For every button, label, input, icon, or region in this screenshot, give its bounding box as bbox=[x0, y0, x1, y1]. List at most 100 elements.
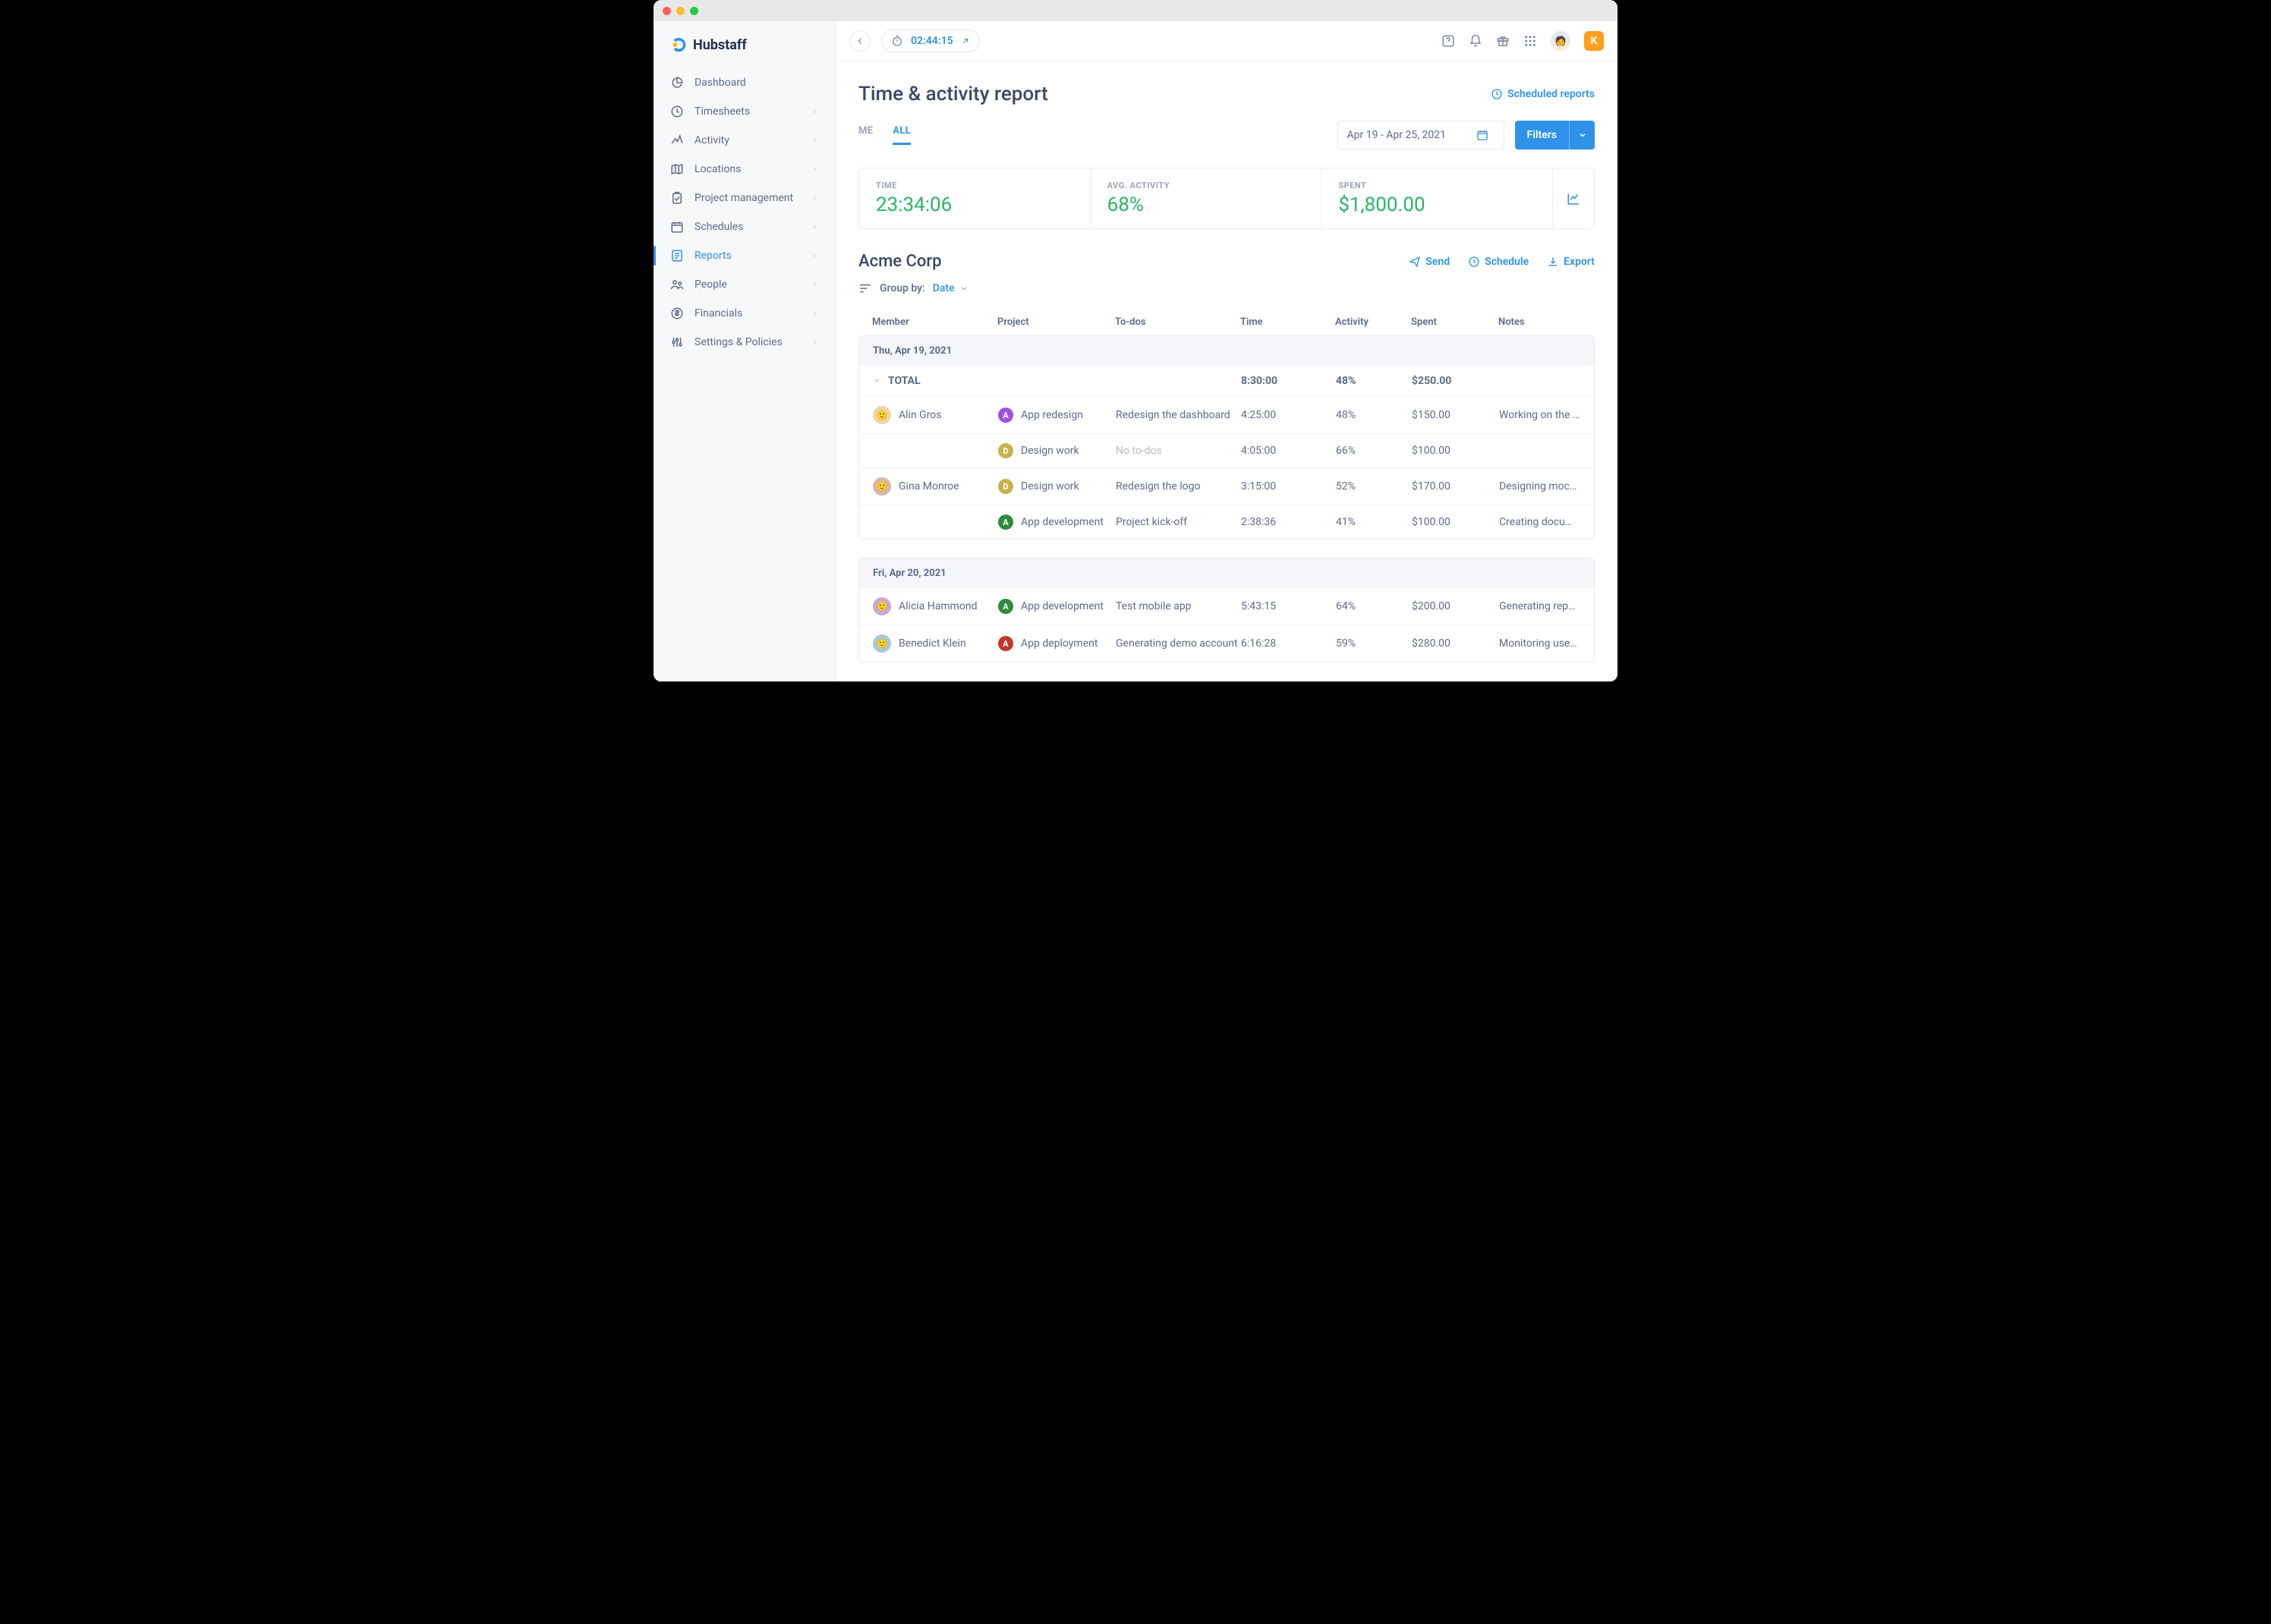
project-name: Design work bbox=[1021, 480, 1079, 493]
day-block: Thu, Apr 19, 2021TOTAL8:30:0048%$250.00🙂… bbox=[858, 335, 1595, 540]
apps-grid-icon[interactable] bbox=[1523, 34, 1537, 48]
sidebar-item-activity[interactable]: Activity bbox=[654, 126, 835, 155]
chevron-right-icon bbox=[811, 223, 818, 231]
window-maximize-dot[interactable] bbox=[690, 7, 698, 15]
cell-notes: Designing mockups bbox=[1499, 480, 1580, 493]
filters-button[interactable]: Filters bbox=[1515, 121, 1595, 149]
sidebar-item-dashboard[interactable]: Dashboard bbox=[654, 68, 835, 97]
project-name: Design work bbox=[1021, 445, 1079, 457]
cell-spent: $170.00 bbox=[1412, 480, 1499, 493]
map-icon bbox=[670, 162, 684, 176]
cell-activity: 66% bbox=[1336, 445, 1412, 457]
total-label: TOTAL bbox=[873, 375, 998, 387]
help-icon[interactable] bbox=[1441, 34, 1455, 48]
gift-icon[interactable] bbox=[1496, 34, 1510, 48]
day-header: Thu, Apr 19, 2021 bbox=[859, 336, 1594, 366]
back-button[interactable] bbox=[849, 30, 871, 52]
cell-todo: No to-dos bbox=[1116, 445, 1241, 457]
cell-member: 🙂Gina Monroe bbox=[873, 477, 998, 496]
people-icon bbox=[670, 278, 684, 291]
table-row: AApp developmentProject kick-off2:38:364… bbox=[859, 505, 1594, 539]
sidebar-item-financials[interactable]: Financials bbox=[654, 299, 835, 328]
cell-spent: $280.00 bbox=[1412, 637, 1499, 650]
schedule-label: Schedule bbox=[1485, 256, 1529, 268]
calendar-icon bbox=[670, 220, 684, 234]
col-notes: Notes bbox=[1498, 316, 1581, 328]
sidebar-nav: DashboardTimesheetsActivityLocationsProj… bbox=[654, 68, 835, 357]
send-action[interactable]: Send bbox=[1409, 256, 1450, 268]
cell-time: 5:43:15 bbox=[1241, 600, 1336, 612]
sidebar-item-label: Schedules bbox=[695, 221, 811, 233]
bell-icon[interactable] bbox=[1469, 34, 1482, 48]
brand[interactable]: Hubstaff bbox=[654, 32, 835, 68]
cell-member: 🙂Alicia Hammond bbox=[873, 597, 998, 615]
day-header: Fri, Apr 20, 2021 bbox=[859, 559, 1594, 588]
group-by-row: Group by: Date bbox=[858, 282, 1595, 295]
summary-activity-label: AVG. ACTIVITY bbox=[1107, 181, 1305, 190]
summary-chart-toggle[interactable] bbox=[1553, 168, 1594, 228]
project-badge: A bbox=[998, 515, 1013, 530]
col-member: Member bbox=[872, 316, 997, 328]
sidebar: Hubstaff DashboardTimesheetsActivityLoca… bbox=[654, 21, 836, 681]
sidebar-item-project-management[interactable]: Project management bbox=[654, 184, 835, 212]
financials-icon bbox=[670, 307, 684, 320]
report-icon bbox=[670, 249, 684, 263]
col-todos: To-dos bbox=[1115, 316, 1240, 328]
cell-activity: 59% bbox=[1336, 637, 1412, 650]
schedule-action[interactable]: Schedule bbox=[1468, 256, 1529, 268]
cell-spent: $100.00 bbox=[1412, 445, 1499, 457]
cell-activity: 64% bbox=[1336, 600, 1412, 612]
cell-notes: Working on the tabs bbox=[1499, 409, 1580, 421]
sidebar-item-settings-policies[interactable]: Settings & Policies bbox=[654, 328, 835, 357]
page-title: Time & activity report bbox=[858, 83, 1048, 105]
chevron-right-icon bbox=[811, 310, 818, 317]
window-close-dot[interactable] bbox=[663, 7, 671, 15]
cell-member: 🙂Alin Gros bbox=[873, 406, 998, 424]
scheduled-reports-link[interactable]: Scheduled reports bbox=[1491, 88, 1595, 100]
cell-project: DDesign work bbox=[998, 443, 1116, 458]
total-row: TOTAL8:30:0048%$250.00 bbox=[859, 366, 1594, 397]
cell-time: 6:16:28 bbox=[1241, 637, 1336, 650]
chevron-right-icon bbox=[811, 281, 818, 288]
send-label: Send bbox=[1425, 256, 1450, 268]
current-user-avatar[interactable]: 🧑 bbox=[1551, 31, 1570, 51]
col-time: Time bbox=[1240, 316, 1335, 328]
total-activity: 48% bbox=[1336, 375, 1412, 387]
sidebar-item-reports[interactable]: Reports bbox=[654, 241, 835, 270]
sidebar-item-locations[interactable]: Locations bbox=[654, 155, 835, 184]
sidebar-item-label: Settings & Policies bbox=[695, 336, 811, 348]
col-project: Project bbox=[997, 316, 1115, 328]
table-row: 🙂Alin GrosAApp redesignRedesign the dash… bbox=[859, 397, 1594, 434]
cell-time: 4:25:00 bbox=[1241, 409, 1336, 421]
export-action[interactable]: Export bbox=[1547, 256, 1595, 268]
collapse-toggle[interactable] bbox=[873, 376, 884, 384]
window-minimize-dot[interactable] bbox=[676, 7, 685, 15]
sidebar-item-people[interactable]: People bbox=[654, 270, 835, 299]
group-by-value[interactable]: Date bbox=[933, 282, 969, 294]
cell-project: AApp deployment bbox=[998, 636, 1116, 651]
scheduled-reports-label: Scheduled reports bbox=[1507, 88, 1595, 100]
cell-notes: Generating report bbox=[1499, 600, 1580, 612]
cell-todo: Project kick-off bbox=[1116, 516, 1241, 528]
group-by-label: Group by: bbox=[880, 282, 925, 294]
project-name: App redesign bbox=[1021, 409, 1083, 421]
sort-icon[interactable] bbox=[858, 282, 872, 295]
org-switch-button[interactable]: K bbox=[1584, 31, 1604, 51]
date-range-picker[interactable]: Apr 19 - Apr 25, 2021 bbox=[1337, 121, 1504, 149]
content: Time & activity report Scheduled reports… bbox=[836, 61, 1617, 681]
sidebar-item-timesheets[interactable]: Timesheets bbox=[654, 97, 835, 126]
tab-me[interactable]: ME bbox=[858, 125, 873, 145]
table-row: 🙂Benedict KleinAApp deploymentGenerating… bbox=[859, 625, 1594, 662]
sidebar-item-label: People bbox=[695, 279, 811, 291]
brand-name: Hubstaff bbox=[693, 37, 747, 53]
sidebar-item-schedules[interactable]: Schedules bbox=[654, 212, 835, 241]
tab-all[interactable]: ALL bbox=[893, 125, 911, 145]
sidebar-item-label: Reports bbox=[695, 250, 811, 262]
cell-project: DDesign work bbox=[998, 479, 1116, 494]
cell-time: 3:15:00 bbox=[1241, 480, 1336, 493]
summary-spent: SPENT $1,800.00 bbox=[1321, 168, 1553, 228]
cell-spent: $100.00 bbox=[1412, 516, 1499, 528]
topbar: 02:44:15 🧑 K bbox=[836, 21, 1617, 61]
timer-pill[interactable]: 02:44:15 bbox=[881, 30, 980, 52]
chevron-right-icon bbox=[811, 252, 818, 260]
